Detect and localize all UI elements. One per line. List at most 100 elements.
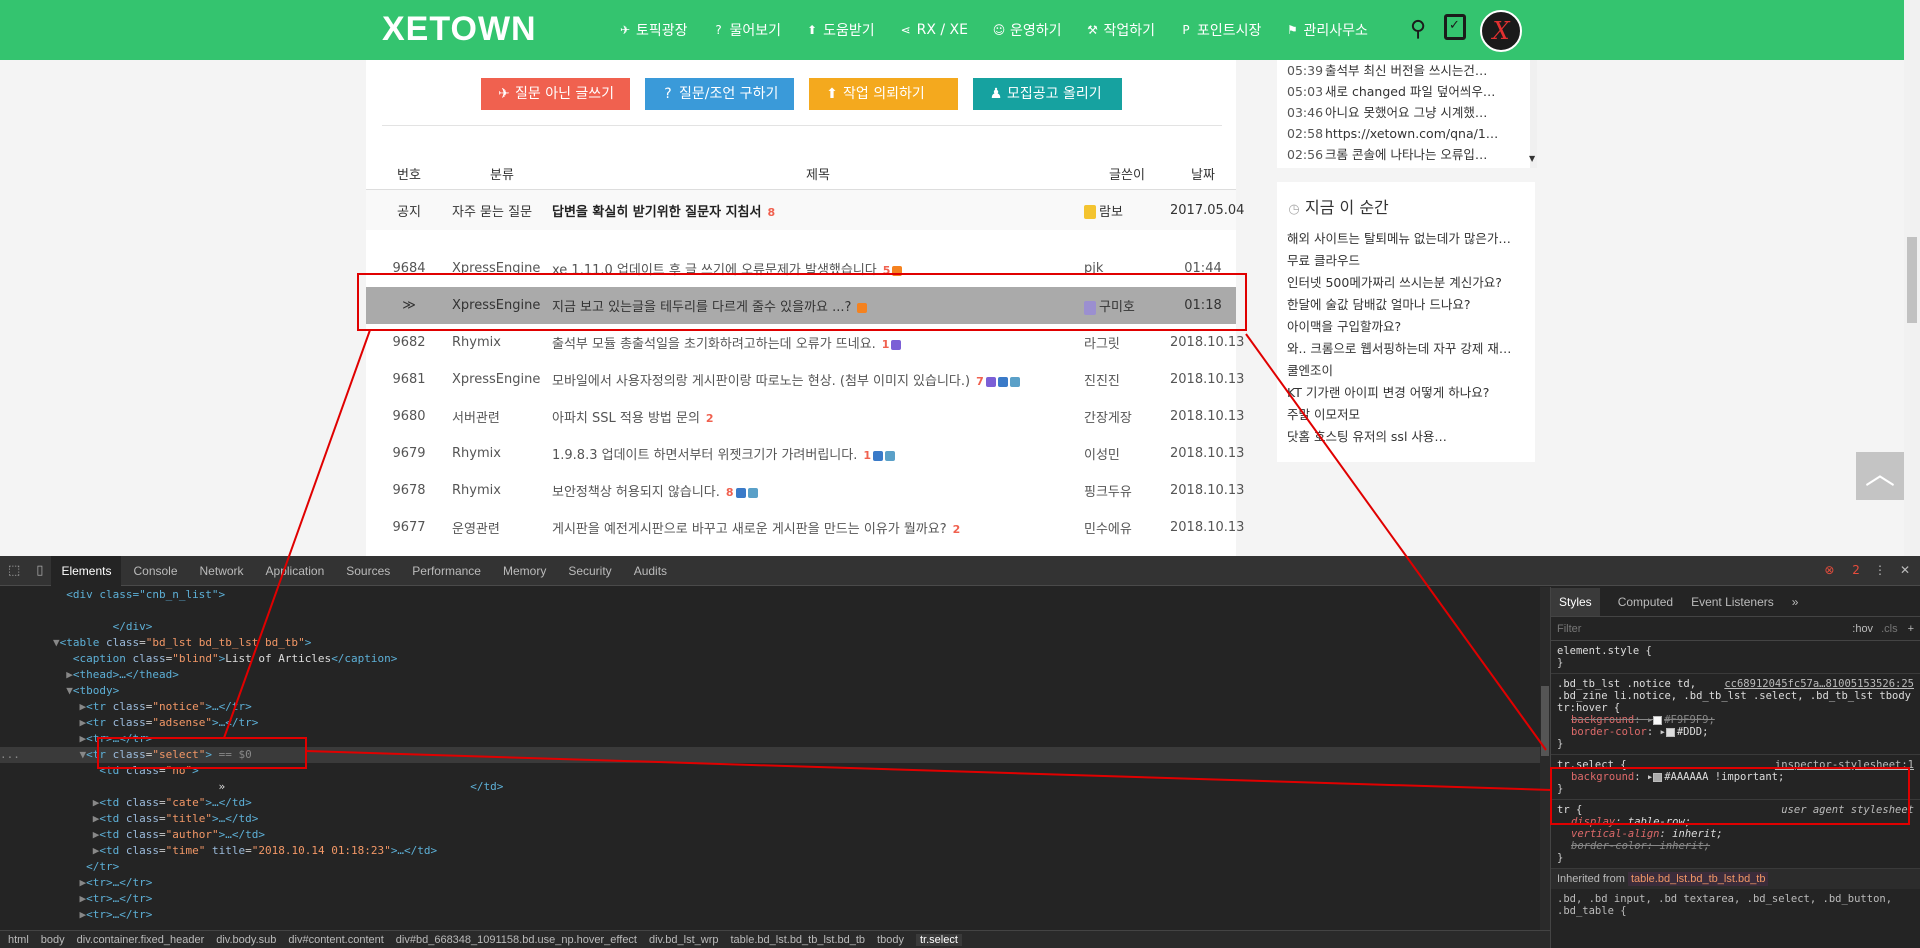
title-text[interactable]: 출석부 모듈 총출석일을 초기화하려고하는데 오류가 뜨네요.	[552, 337, 876, 352]
table-row[interactable]: 9677 운영관련 게시판을 예전게시판으로 바꾸고 새로운 게시판을 만드는 …	[366, 509, 1244, 546]
nav-item-point[interactable]: P 포인트시장	[1179, 20, 1261, 40]
css-property[interactable]: background: ▸ #AAAAAA !important;	[1557, 771, 1914, 783]
row-author[interactable]: 람보	[1084, 201, 1170, 220]
site-logo[interactable]: XETOWN	[382, 10, 537, 49]
row-author[interactable]: 민수에유	[1084, 518, 1170, 537]
list-item[interactable]: 03:46 아니요 못했어요 그냥 시계했…	[1277, 102, 1535, 123]
css-property[interactable]: border-color: ▸ #DDD;	[1557, 726, 1914, 738]
tab-console[interactable]: Console	[133, 564, 177, 578]
title-text[interactable]: 지금 보고 있는글을 테두리를 다르게 줄수 있을까요 ...?	[552, 300, 851, 315]
rule-source-link[interactable]: cc68912045fc57a…81005153526:25	[1724, 678, 1914, 690]
row-cate[interactable]: XpressEngine	[452, 372, 552, 387]
tab-styles[interactable]: Styles	[1551, 587, 1600, 616]
title-text[interactable]: 답변을 확실히 받기위한 질문자 지침서	[552, 205, 761, 220]
row-title[interactable]: 1.9.8.3 업데이트 하면서부터 위젯크기가 가려버립니다. 1	[552, 444, 1084, 463]
dom-node[interactable]: ▶<td class="author">…</td>	[0, 827, 1540, 843]
nav-item-operate[interactable]: ☺ 운영하기	[992, 20, 1062, 40]
selected-row[interactable]: ≫ XpressEngine 지금 보고 있는글을 테두리를 다르게 줄수 있을…	[366, 287, 1236, 324]
row-author[interactable]: 라그릿	[1084, 333, 1170, 352]
title-text[interactable]: 아파치 SSL 적용 방법 문의	[552, 411, 700, 426]
style-rule[interactable]: user agent stylesheet tr { display: tabl…	[1551, 800, 1920, 869]
request-work-button[interactable]: ⬆ 작업 의뢰하기	[809, 78, 958, 110]
comment-count[interactable]: 1	[882, 338, 890, 351]
comment-text[interactable]: 새로 changed 파일 덮어씌우…	[1325, 81, 1495, 102]
author-name[interactable]: 람보	[1099, 205, 1123, 220]
table-row[interactable]: 9684 XpressEngine xe 1.11.0 업데이트 후 글 쓰기에…	[366, 250, 1236, 287]
comment-count[interactable]: 2	[706, 412, 714, 425]
comment-count[interactable]: 2	[953, 523, 961, 536]
style-rule-highlighted[interactable]: inspector-stylesheet:1 tr.select { backg…	[1551, 755, 1920, 800]
row-author[interactable]: 핑크두유	[1084, 481, 1170, 500]
tab-performance[interactable]: Performance	[412, 564, 481, 578]
dom-node[interactable]: <td class="no">	[0, 763, 1540, 779]
scroll-down-icon[interactable]: ▼	[1529, 154, 1535, 163]
table-row[interactable]: 9679 Rhymix 1.9.8.3 업데이트 하면서부터 위젯크기가 가려버…	[366, 435, 1244, 472]
dom-node[interactable]: ▶<td class="title">…</td>	[0, 811, 1540, 827]
dom-node[interactable]: ▶<tr>…</tr>	[0, 891, 1540, 907]
tab-event-listeners[interactable]: Event Listeners	[1691, 595, 1774, 609]
css-property[interactable]: background: ▸ #F9F9F9;	[1557, 714, 1914, 726]
rule-source-link[interactable]: inspector-stylesheet:1	[1775, 759, 1914, 771]
table-row[interactable]: 9680 서버관련 아파치 SSL 적용 방법 문의 2 간장게장 2018.10…	[366, 398, 1244, 435]
dom-node[interactable]: <div class="cnb_n_list">	[0, 587, 1540, 603]
tab-security[interactable]: Security	[568, 564, 611, 578]
list-item[interactable]: 05:03 새로 changed 파일 덮어씌우…	[1277, 81, 1535, 102]
ask-question-button[interactable]: ? 질문/조언 구하기	[645, 78, 794, 110]
error-badge[interactable]: ⊗ 2	[1824, 563, 1860, 577]
row-title[interactable]: 답변을 확실히 받기위한 질문자 지침서 8	[552, 201, 1084, 220]
list-item[interactable]: 주말 이모저모	[1277, 404, 1535, 426]
row-cate[interactable]: Rhymix	[452, 446, 552, 461]
breadcrumb-item[interactable]: div.body.sub	[216, 934, 276, 946]
row-cate[interactable]: XpressEngine	[452, 298, 552, 313]
dom-node[interactable]: ▼<table class="bd_lst bd_tb_lst bd_tb">	[0, 635, 1540, 651]
breadcrumb-item[interactable]: div.bd_lst_wrp	[649, 934, 719, 946]
hover-state-toggle[interactable]: :hov	[1852, 623, 1873, 635]
search-icon[interactable]: ⚲	[1410, 17, 1426, 42]
notice-row[interactable]: 공지 자주 묻는 질문 답변을 확실히 받기위한 질문자 지침서 8 람보 201…	[366, 190, 1244, 230]
title-text[interactable]: 게시판을 예전게시판으로 바꾸고 새로운 게시판을 만드는 이유가 뭘까요?	[552, 522, 947, 537]
color-swatch[interactable]	[1653, 715, 1663, 725]
table-row[interactable]: 9678 Rhymix 보안정책상 허용되지 않습니다. 8 핑크두유 2018.…	[366, 472, 1244, 509]
header-title[interactable]: 제목	[552, 164, 1084, 183]
scroll-to-top-button[interactable]: ︿	[1856, 452, 1904, 500]
dom-node[interactable]: » </td>	[0, 779, 1540, 795]
row-author[interactable]: 간장게장	[1084, 407, 1170, 426]
comment-count[interactable]: 8	[726, 486, 734, 499]
row-cate[interactable]: 자주 묻는 질문	[452, 201, 552, 220]
calendar-check-icon[interactable]	[1444, 14, 1466, 40]
row-author[interactable]: 이성민	[1084, 444, 1170, 463]
dom-node[interactable]: </div>	[0, 619, 1540, 635]
breadcrumb-item[interactable]: tbody	[877, 934, 904, 946]
tab-application[interactable]: Application	[266, 564, 325, 578]
row-cate[interactable]: Rhymix	[452, 483, 552, 498]
title-text[interactable]: 보안정책상 허용되지 않습니다.	[552, 485, 720, 500]
header-author[interactable]: 글쓴이	[1084, 164, 1170, 183]
dom-node[interactable]: ▶<tr>…</tr>	[0, 731, 1540, 747]
row-title[interactable]: 지금 보고 있는글을 테두리를 다르게 줄수 있을까요 ...?	[552, 296, 1084, 315]
breadcrumb-item[interactable]: div#content.content	[288, 934, 383, 946]
comment-text[interactable]: 출석부 최신 버전을 쓰시는건…	[1325, 60, 1487, 81]
nav-item-work[interactable]: ⚒ 작업하기	[1086, 20, 1155, 40]
style-rule[interactable]: element.style { }	[1551, 641, 1920, 674]
more-tabs-icon[interactable]: »	[1792, 595, 1799, 609]
breadcrumb-item-current[interactable]: tr.select	[915, 933, 962, 946]
styles-filter-input[interactable]: Filter	[1557, 623, 1581, 635]
write-post-button[interactable]: ✈ 질문 아닌 글쓰기	[481, 78, 630, 110]
list-item[interactable]: 02:58 https://xetown.com/qna/1…	[1277, 123, 1535, 144]
dom-node[interactable]: <caption class="blind">List of Articles<…	[0, 651, 1540, 667]
post-job-button[interactable]: ♟ 모집공고 올리기	[973, 78, 1122, 110]
nav-item-rxxe[interactable]: ⋖ RX / XE	[899, 22, 968, 38]
more-options-icon[interactable]: ⋮	[1874, 563, 1886, 577]
list-item[interactable]: 닷홈 호스팅 유저의 ssl 사용…	[1277, 426, 1535, 448]
list-item[interactable]: 무료 클라우드	[1277, 250, 1535, 272]
list-item[interactable]: 쿨엔조이	[1277, 360, 1535, 382]
breadcrumb-item[interactable]: table.bd_lst.bd_tb_lst.bd_tb	[731, 934, 866, 946]
row-cate[interactable]: 운영관련	[452, 518, 552, 537]
color-swatch[interactable]	[1665, 727, 1675, 737]
list-item[interactable]: 인터넷 500메가짜리 쓰시는분 계신가요?	[1277, 272, 1535, 294]
page-scrollbar-thumb[interactable]	[1907, 237, 1917, 323]
inspect-element-icon[interactable]: ⬚	[8, 563, 20, 578]
style-rule[interactable]: cc68912045fc57a…81005153526:25 .bd_tb_ls…	[1551, 674, 1920, 755]
widget-scrollbar[interactable]	[1530, 60, 1537, 168]
row-title[interactable]: xe 1.11.0 업데이트 후 글 쓰기에 오류문제가 발생했습니다 5	[552, 259, 1084, 278]
